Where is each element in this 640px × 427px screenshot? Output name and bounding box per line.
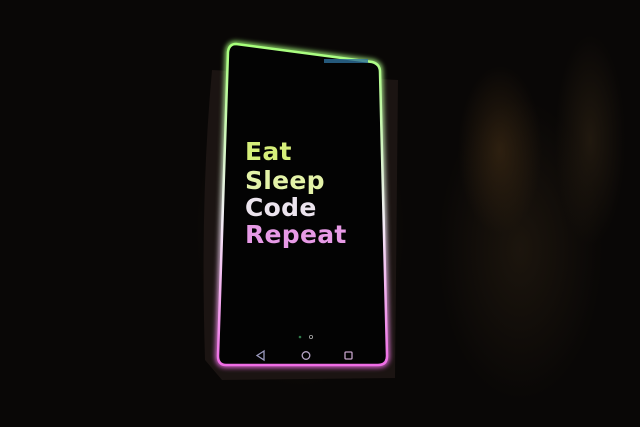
- status-bar-icons: [324, 59, 368, 63]
- phone: [203, 40, 398, 380]
- text-code: Code: [245, 193, 317, 222]
- text-repeat: Repeat: [245, 220, 347, 249]
- text-sleep: Sleep: [245, 166, 325, 195]
- text-eat: Eat: [245, 137, 292, 166]
- page-indicator-dot: [298, 335, 302, 339]
